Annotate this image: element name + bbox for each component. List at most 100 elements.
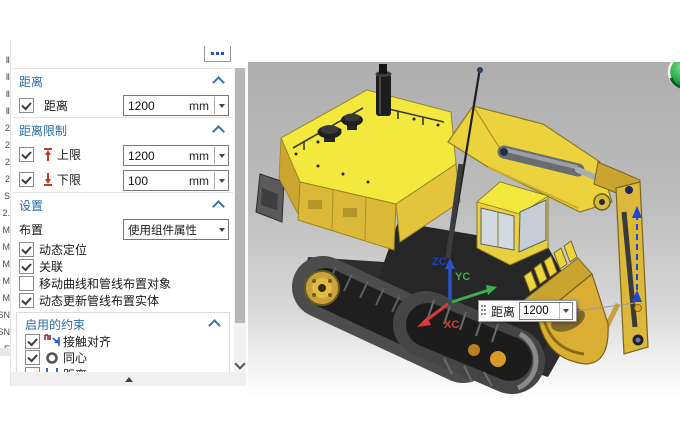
drag-grip-icon[interactable] xyxy=(481,305,487,317)
upper-limit-value-field[interactable]: mm xyxy=(123,145,229,166)
lower-limit-checkbox[interactable] xyxy=(19,172,34,187)
scrollbar-down-button[interactable] xyxy=(234,358,246,372)
chevron-up-icon[interactable] xyxy=(208,319,221,332)
distance-unit-label: mm xyxy=(176,99,214,113)
strip-fragment: Ⅱ xyxy=(0,103,10,120)
strip-fragment: M xyxy=(0,239,10,256)
chevron-up-icon[interactable] xyxy=(212,76,225,89)
excavator-scene: ZC YC XC xyxy=(248,62,680,444)
distance-floating-tag[interactable]: 距离 xyxy=(478,300,577,322)
touch-align-checkbox[interactable] xyxy=(25,334,40,349)
dropdown-arrow-icon[interactable] xyxy=(215,179,228,183)
dropdown-arrow-icon[interactable] xyxy=(215,104,228,108)
update-routing-checkbox[interactable] xyxy=(19,293,34,308)
background-panel-strip: Ⅱ Ⅱ Ⅱ Ⅱ 2 2 2 2 S 2. M M M M M SN SN E xyxy=(0,52,10,348)
layout-dropdown-value: 使用组件属性 xyxy=(124,222,215,238)
z-axis-label: ZC xyxy=(432,256,447,268)
constraint-item-concentric: 同心 xyxy=(17,350,229,367)
distance-value-field[interactable]: mm xyxy=(123,95,229,116)
lower-limit-value-input[interactable] xyxy=(124,174,176,188)
dialog-overflow-button[interactable] xyxy=(204,46,231,62)
y-axis-label: YC xyxy=(455,271,470,283)
idler-wheel xyxy=(490,351,506,367)
excavator-model[interactable] xyxy=(256,64,648,388)
distance-tag-input[interactable] xyxy=(520,304,559,318)
exhaust-stack xyxy=(376,64,392,116)
dialog-header xyxy=(13,40,233,69)
lower-limit-row: 下限 mm xyxy=(13,167,233,192)
distance-value-input[interactable] xyxy=(124,99,176,113)
section-title: 设置 xyxy=(19,197,214,214)
distance-checkbox[interactable] xyxy=(19,98,34,113)
strip-fragment: Ⅱ xyxy=(0,86,10,103)
distance-tag-field[interactable] xyxy=(519,302,573,320)
update-routing-row: 动态更新管线布置实体 xyxy=(13,292,233,308)
cab[interactable] xyxy=(477,182,548,265)
section-header-distance[interactable]: 距离 xyxy=(13,69,233,93)
upper-limit-value-input[interactable] xyxy=(124,149,176,163)
panel-scrollbar[interactable] xyxy=(234,68,246,372)
dynamic-positioning-checkbox[interactable] xyxy=(19,242,34,257)
strip-fragment: 2 xyxy=(0,154,10,171)
upper-limit-unit-label: mm xyxy=(176,149,214,163)
associative-checkbox[interactable] xyxy=(19,259,34,274)
enabled-constraints-group: 启用的约束 接触对齐 同心 xyxy=(16,312,230,372)
section-title: 距离 xyxy=(19,73,214,90)
constraint-item-touch-align: 接触对齐 xyxy=(17,333,229,350)
x-axis-label: XC xyxy=(444,319,459,331)
upper-limit-label: 上限 xyxy=(57,146,81,163)
strip-fragment: M xyxy=(0,222,10,239)
associative-row: 关联 xyxy=(13,258,233,274)
check-label: 关联 xyxy=(39,258,63,275)
strip-fragment: 2 xyxy=(0,120,10,137)
scrollbar-thumb[interactable] xyxy=(235,68,245,323)
move-curves-checkbox[interactable] xyxy=(19,276,34,291)
upper-limit-row: 上限 mm xyxy=(13,142,233,167)
group-title: 启用的约束 xyxy=(25,316,210,333)
constraint-anchor-point xyxy=(635,305,642,312)
strip-fragment: M xyxy=(0,290,10,307)
panel-resize-handle[interactable] xyxy=(125,377,133,382)
section-header-distance-limit[interactable]: 距离限制 xyxy=(13,117,233,142)
distance-tag-label: 距离 xyxy=(491,303,515,320)
dropdown-arrow-icon[interactable] xyxy=(559,303,572,319)
constraint-label: 同心 xyxy=(63,349,87,366)
strip-fragment: Ⅱ xyxy=(0,52,10,69)
move-curves-row: 移动曲线和管线布置对象 xyxy=(13,275,233,291)
lower-limit-unit-label: mm xyxy=(176,174,214,188)
strip-fragment: M xyxy=(0,256,10,273)
layout-dropdown[interactable]: 使用组件属性 xyxy=(123,219,229,240)
chevron-up-icon[interactable] xyxy=(212,125,225,138)
strip-fragment: SN xyxy=(0,324,10,341)
strip-fragment: Ⅱ xyxy=(0,69,10,86)
strip-fragment: SN xyxy=(0,307,10,324)
dropdown-arrow-icon[interactable] xyxy=(215,154,228,158)
strip-fragment: 2. xyxy=(0,205,10,222)
strip-fragment: S xyxy=(0,188,10,205)
concentric-checkbox[interactable] xyxy=(25,350,40,365)
section-header-settings[interactable]: 设置 xyxy=(13,192,233,217)
strip-footer xyxy=(0,348,10,356)
strip-fragment: M xyxy=(0,273,10,290)
chevron-down-icon xyxy=(234,358,245,369)
layout-row: 布置 使用组件属性 xyxy=(13,217,233,241)
upper-limit-icon xyxy=(42,147,54,162)
touch-align-icon xyxy=(44,334,61,348)
section-title: 距离限制 xyxy=(19,122,214,139)
dynamic-positioning-row: 动态定位 xyxy=(13,241,233,257)
chevron-up-icon[interactable] xyxy=(212,200,225,213)
lower-limit-label: 下限 xyxy=(57,171,81,188)
upper-limit-checkbox[interactable] xyxy=(19,147,34,162)
lower-limit-value-field[interactable]: mm xyxy=(123,170,229,191)
graphics-viewport[interactable]: ZC YC XC 距离 xyxy=(248,62,680,444)
constraint-label: 接触对齐 xyxy=(63,333,111,350)
distance-label: 距离 xyxy=(44,97,68,114)
green-sphere-icon[interactable] xyxy=(669,62,680,88)
concentric-icon xyxy=(44,351,61,365)
lower-limit-icon xyxy=(42,172,54,187)
dropdown-arrow-icon[interactable] xyxy=(215,228,228,232)
enabled-constraints-header[interactable]: 启用的约束 xyxy=(17,313,229,333)
strip-fragment: 2 xyxy=(0,171,10,188)
engine-housing[interactable] xyxy=(279,64,460,250)
check-label: 动态更新管线布置实体 xyxy=(39,292,159,309)
